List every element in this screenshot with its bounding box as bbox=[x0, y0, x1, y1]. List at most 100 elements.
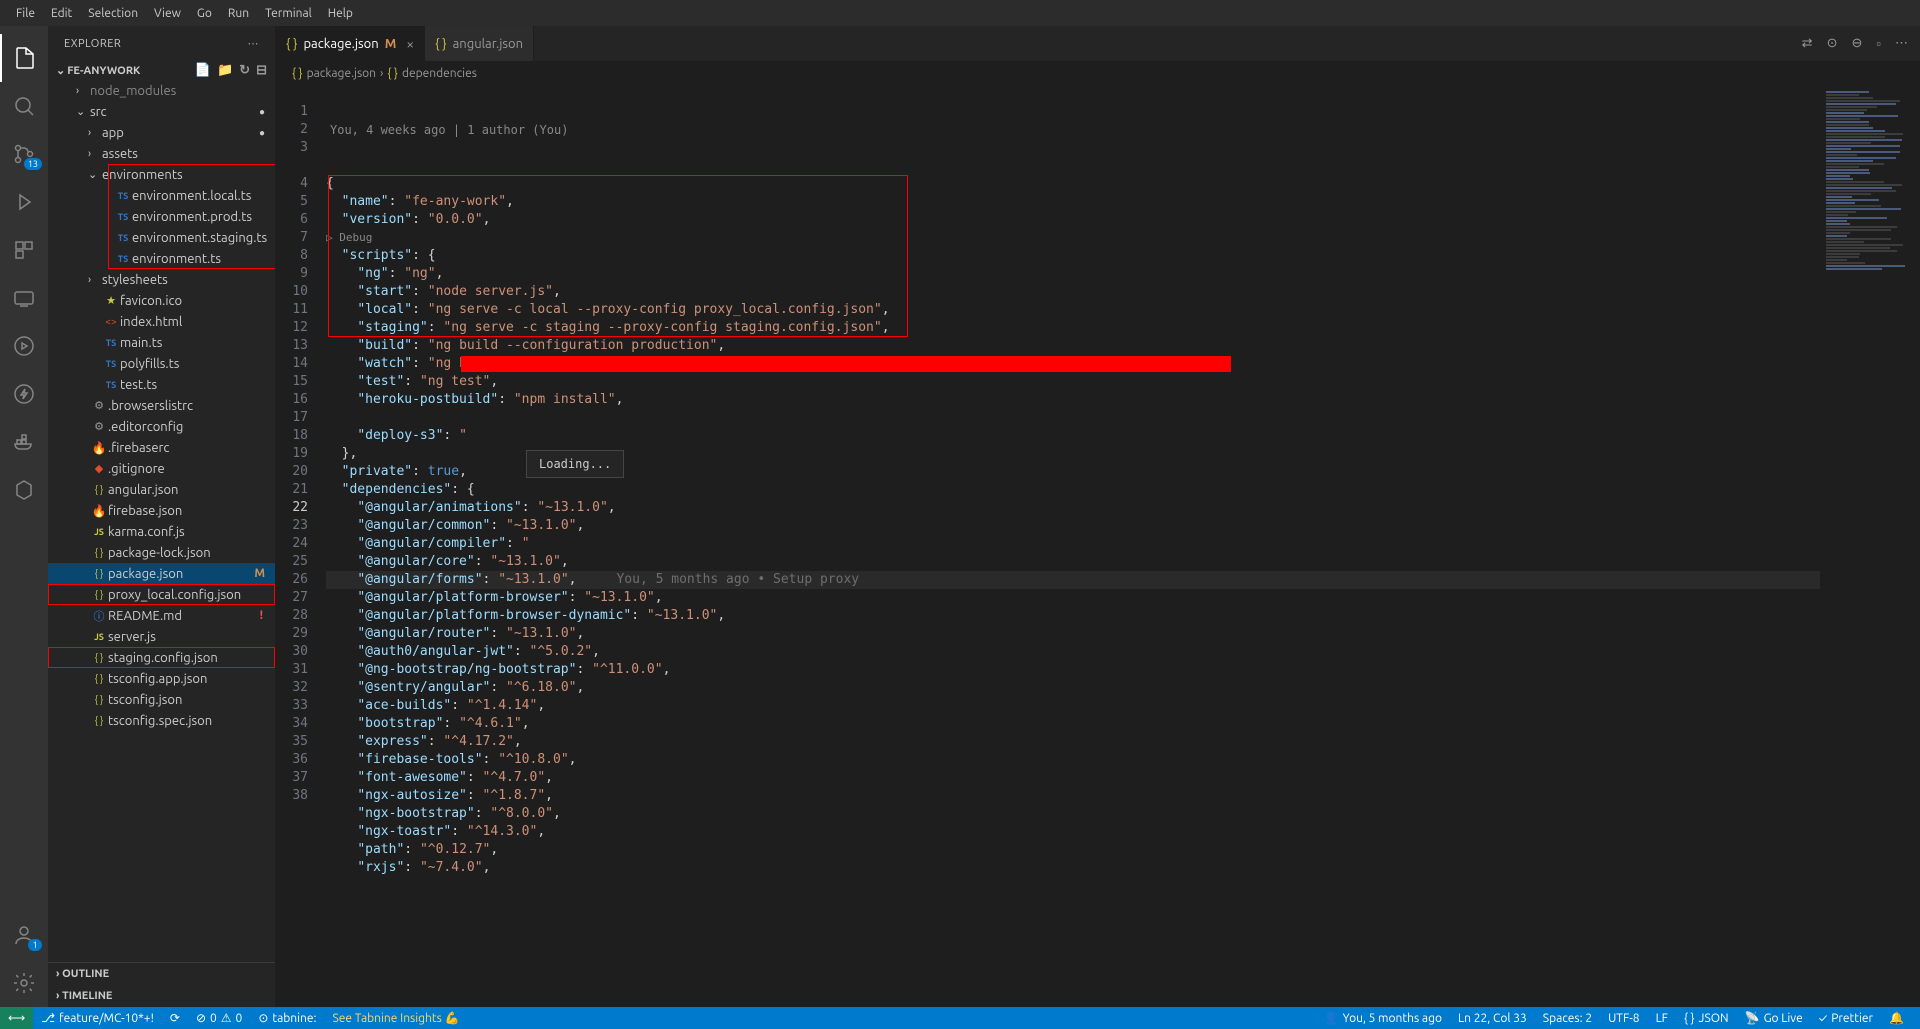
code-line-30[interactable]: "bootstrap": "^4.6.1", bbox=[326, 715, 1820, 733]
code-line-28[interactable]: "@sentry/angular": "^6.18.0", bbox=[326, 679, 1820, 697]
explorer-more-icon[interactable]: ⋯ bbox=[248, 37, 260, 50]
blame-status[interactable]: 👤You, 5 months ago bbox=[1316, 1011, 1450, 1025]
file--browserslistrc[interactable]: .browserslistrc bbox=[48, 395, 275, 416]
code-line-36[interactable]: "ngx-toastr": "^14.3.0", bbox=[326, 823, 1820, 841]
code-line-35[interactable]: "ngx-bootstrap": "^8.0.0", bbox=[326, 805, 1820, 823]
menu-run[interactable]: Run bbox=[220, 7, 257, 20]
file-favicon-ico[interactable]: favicon.ico bbox=[48, 290, 275, 311]
file-server-js[interactable]: JSserver.js bbox=[48, 626, 275, 647]
file-package-json[interactable]: package.jsonM bbox=[48, 563, 275, 584]
folder-src[interactable]: ⌄src● bbox=[48, 101, 275, 122]
outline-section[interactable]: › OUTLINE bbox=[48, 963, 275, 985]
timeline-section[interactable]: › TIMELINE bbox=[48, 985, 275, 1007]
file-package-lock-json[interactable]: package-lock.json bbox=[48, 542, 275, 563]
extensions-icon[interactable] bbox=[0, 226, 48, 274]
new-file-icon[interactable]: 📄 bbox=[195, 63, 211, 78]
code-line-33[interactable]: "font-awesome": "^4.7.0", bbox=[326, 769, 1820, 787]
code-line-9[interactable]: "build": "ng build --configuration produ… bbox=[326, 337, 1820, 355]
language-button[interactable]: { }JSON bbox=[1676, 1012, 1737, 1025]
code-line-17[interactable]: "dependencies": { bbox=[326, 481, 1820, 499]
code-line-27[interactable]: "@ng-bootstrap/ng-bootstrap": "^11.0.0", bbox=[326, 661, 1820, 679]
code-line-23[interactable]: "@angular/platform-browser": "~13.1.0", bbox=[326, 589, 1820, 607]
file-main-ts[interactable]: TSmain.ts bbox=[48, 332, 275, 353]
code-line-31[interactable]: "express": "^4.17.2", bbox=[326, 733, 1820, 751]
new-folder-icon[interactable]: 📁 bbox=[217, 63, 233, 78]
branch-button[interactable]: ⎇feature/MC-10*+! bbox=[33, 1011, 162, 1025]
folder-app[interactable]: ›app● bbox=[48, 122, 275, 143]
code-line-37[interactable]: "path": "^0.12.7", bbox=[326, 841, 1820, 859]
file-test-ts[interactable]: TStest.ts bbox=[48, 374, 275, 395]
code-line-1[interactable]: { bbox=[326, 175, 1820, 193]
sync-button[interactable]: ⟳ bbox=[162, 1011, 188, 1025]
spaces-button[interactable]: Spaces: 2 bbox=[1535, 1012, 1600, 1025]
file-tsconfig-spec-json[interactable]: tsconfig.spec.json bbox=[48, 710, 275, 731]
code-line-11[interactable]: "test": "ng test", bbox=[326, 373, 1820, 391]
close-icon[interactable]: × bbox=[406, 36, 414, 52]
folder-stylesheets[interactable]: ›stylesheets bbox=[48, 269, 275, 290]
file-environment-local-ts[interactable]: TSenvironment.local.ts bbox=[48, 185, 275, 206]
file-karma-conf-js[interactable]: JSkarma.conf.js bbox=[48, 521, 275, 542]
compare-icon[interactable]: ⇄ bbox=[1802, 36, 1813, 51]
tab-angular-json[interactable]: { }angular.json bbox=[425, 26, 534, 61]
menu-terminal[interactable]: Terminal bbox=[257, 7, 320, 20]
file-index-html[interactable]: index.html bbox=[48, 311, 275, 332]
menu-go[interactable]: Go bbox=[189, 7, 220, 20]
bell-icon[interactable]: 🔔 bbox=[1881, 1011, 1912, 1025]
go-live-button[interactable]: 📡Go Live bbox=[1737, 1011, 1811, 1025]
explorer-icon[interactable] bbox=[0, 34, 48, 82]
file-angular-json[interactable]: angular.json bbox=[48, 479, 275, 500]
prettier-button[interactable]: ✓Prettier bbox=[1811, 1012, 1881, 1025]
code-line-6[interactable]: "start": "node server.js", bbox=[326, 283, 1820, 301]
collapse-icon[interactable]: ⊟ bbox=[256, 63, 267, 78]
code-line-32[interactable]: "firebase-tools": "^10.8.0", bbox=[326, 751, 1820, 769]
file-firebase-json[interactable]: firebase.json bbox=[48, 500, 275, 521]
file-proxy-local-config-json[interactable]: proxy_local.config.json bbox=[48, 584, 275, 605]
split-icon[interactable]: ▫ bbox=[1876, 36, 1881, 51]
cursor-position[interactable]: Ln 22, Col 33 bbox=[1450, 1012, 1535, 1025]
code-line-22[interactable]: "@angular/forms": "~13.1.0",You, 5 month… bbox=[326, 571, 1820, 589]
file-polyfills-ts[interactable]: TSpolyfills.ts bbox=[48, 353, 275, 374]
run-circle-icon[interactable]: ⊙ bbox=[1827, 36, 1838, 51]
code-line-7[interactable]: "local": "ng serve -c local --proxy-conf… bbox=[326, 301, 1820, 319]
file-tsconfig-app-json[interactable]: tsconfig.app.json bbox=[48, 668, 275, 689]
code-line-2[interactable]: "name": "fe-any-work", bbox=[326, 193, 1820, 211]
docker-icon[interactable] bbox=[0, 418, 48, 466]
account-icon[interactable]: 1 bbox=[0, 911, 48, 959]
code-line-38[interactable]: "rxjs": "~7.4.0", bbox=[326, 859, 1820, 877]
remote-icon[interactable] bbox=[0, 274, 48, 322]
file-environment-prod-ts[interactable]: TSenvironment.prod.ts bbox=[48, 206, 275, 227]
tabnine-insights[interactable]: See Tabnine Insights 💪 bbox=[324, 1011, 467, 1025]
code-line-24[interactable]: "@angular/platform-browser-dynamic": "~1… bbox=[326, 607, 1820, 625]
code-line-21[interactable]: "@angular/core": "~13.1.0", bbox=[326, 553, 1820, 571]
code-line-12[interactable]: "heroku-postbuild": "npm install", bbox=[326, 391, 1820, 409]
bolt-icon[interactable] bbox=[0, 370, 48, 418]
menu-view[interactable]: View bbox=[146, 7, 189, 20]
folder-environments[interactable]: ⌄environments bbox=[48, 164, 275, 185]
code-line-18[interactable]: "@angular/animations": "~13.1.0", bbox=[326, 499, 1820, 517]
tabnine-status[interactable]: ⊙tabnine: bbox=[250, 1011, 324, 1025]
menu-edit[interactable]: Edit bbox=[43, 7, 80, 20]
file-staging-config-json[interactable]: staging.config.json bbox=[48, 647, 275, 668]
eol-button[interactable]: LF bbox=[1648, 1012, 1676, 1025]
breadcrumb[interactable]: { } package.json › { } dependencies bbox=[276, 61, 1920, 85]
more-icon[interactable]: ⋯ bbox=[1895, 36, 1908, 51]
refresh-icon[interactable]: ↻ bbox=[239, 63, 250, 78]
code-line-5[interactable]: "ng": "ng", bbox=[326, 265, 1820, 283]
code-line-19[interactable]: "@angular/common": "~13.1.0", bbox=[326, 517, 1820, 535]
file-tsconfig-json[interactable]: tsconfig.json bbox=[48, 689, 275, 710]
project-header[interactable]: ⌄ FE-ANYWORK 📄 📁 ↻ ⊟ bbox=[48, 61, 275, 80]
live-icon[interactable] bbox=[0, 322, 48, 370]
file--firebaserc[interactable]: .firebaserc bbox=[48, 437, 275, 458]
menu-selection[interactable]: Selection bbox=[80, 7, 146, 20]
code-editor[interactable]: You, 4 weeks ago | 1 author (You) { "nam… bbox=[326, 85, 1820, 1007]
tab-package-json[interactable]: { }package.jsonM× bbox=[276, 26, 425, 61]
code-line-4[interactable]: "scripts": { bbox=[326, 247, 1820, 265]
code-line-20[interactable]: "@angular/compiler": " bbox=[326, 535, 1820, 553]
file--gitignore[interactable]: .gitignore bbox=[48, 458, 275, 479]
code-line-34[interactable]: "ngx-autosize": "^1.8.7", bbox=[326, 787, 1820, 805]
diff-icon[interactable]: ⊖ bbox=[1851, 36, 1862, 51]
search-icon[interactable] bbox=[0, 82, 48, 130]
folder-node-modules[interactable]: ›node_modules bbox=[48, 80, 275, 101]
code-line-8[interactable]: "staging": "ng serve -c staging --proxy-… bbox=[326, 319, 1820, 337]
file-environment-ts[interactable]: TSenvironment.ts bbox=[48, 248, 275, 269]
